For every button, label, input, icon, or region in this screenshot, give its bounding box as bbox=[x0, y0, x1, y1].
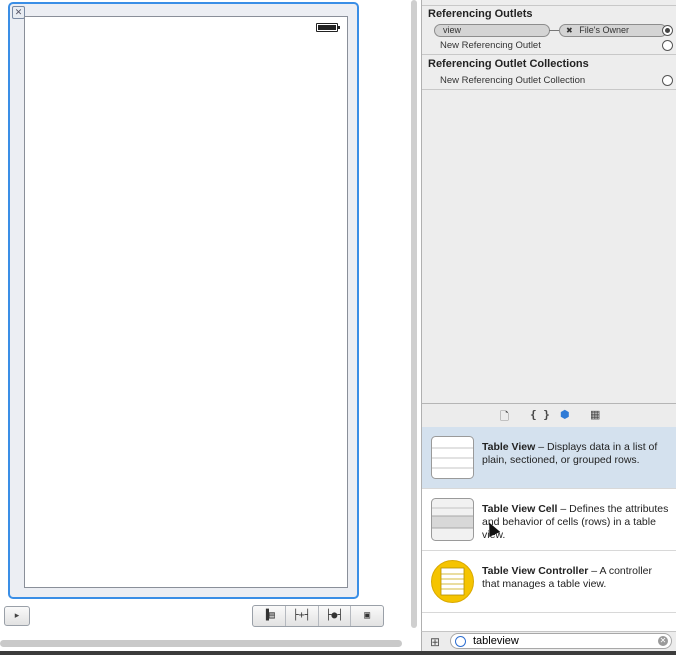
align-icon[interactable]: ▐▤ bbox=[253, 606, 286, 626]
library-item-text: Table View – Displays data in a list of … bbox=[482, 441, 670, 467]
battery-icon bbox=[316, 23, 340, 32]
code-snippet-icon[interactable]: { } bbox=[530, 408, 550, 421]
horizontal-scrollbar[interactable] bbox=[0, 640, 402, 647]
resolve-issues-icon[interactable]: ├●┤ bbox=[319, 606, 352, 626]
auto-layout-toolbar: ▐▤ ├+┤ ├●┤ ▣ bbox=[252, 605, 384, 627]
resizing-behavior-icon[interactable]: ▣ bbox=[351, 606, 383, 626]
interface-canvas[interactable]: ✕ ▸ ▐▤ ├+┤ ├●┤ ▣ bbox=[0, 0, 410, 655]
window-bottom-edge bbox=[0, 651, 676, 655]
library-item-title: Table View bbox=[482, 441, 536, 453]
library-filter-bar: ⊞ ✕ bbox=[421, 631, 676, 651]
library-item-table-view-cell[interactable]: Table View Cell – Defines the attributes… bbox=[422, 489, 676, 551]
view-controller-scene[interactable]: ✕ bbox=[8, 2, 359, 599]
vertical-scrollbar[interactable] bbox=[411, 0, 417, 628]
object-library-list: Table View – Displays data in a list of … bbox=[421, 427, 676, 631]
table-view-cell-icon bbox=[431, 498, 474, 541]
pin-icon[interactable]: ├+┤ bbox=[286, 606, 319, 626]
library-item-title: Table View Cell bbox=[482, 503, 558, 515]
new-referencing-outlet-label: New Referencing Outlet bbox=[440, 40, 541, 51]
referencing-outlet-collections-title: Referencing Outlet Collections bbox=[428, 58, 589, 70]
media-library-icon[interactable]: ▦ bbox=[590, 408, 600, 421]
library-item-table-view[interactable]: Table View – Displays data in a list of … bbox=[422, 427, 676, 489]
library-search-field[interactable]: ✕ bbox=[450, 633, 672, 649]
library-search-input[interactable] bbox=[473, 634, 643, 648]
connections-inspector: Referencing Outlets view ✖ File's Owner … bbox=[421, 0, 676, 403]
library-item-title: Table View Controller bbox=[482, 565, 589, 577]
object-library-icon[interactable]: ⬢ bbox=[560, 408, 570, 421]
outlet-target-label: File's Owner bbox=[579, 25, 629, 35]
section-divider bbox=[422, 5, 676, 6]
table-view-controller-icon bbox=[431, 560, 474, 603]
new-outlet-circle-icon[interactable] bbox=[662, 40, 673, 51]
file-template-icon[interactable]: 🗋 bbox=[500, 408, 509, 427]
section-divider bbox=[422, 89, 676, 90]
clear-search-icon[interactable]: ✕ bbox=[658, 636, 668, 646]
section-divider bbox=[422, 54, 676, 55]
root-view[interactable] bbox=[24, 16, 348, 588]
library-tab-bar: 🗋 { } ⬢ ▦ bbox=[421, 403, 676, 427]
new-collection-circle-icon[interactable] bbox=[662, 75, 673, 86]
grid-view-icon[interactable]: ⊞ bbox=[430, 635, 440, 649]
library-item-table-view-controller[interactable]: Table View Controller – A controller tha… bbox=[422, 551, 676, 613]
outlet-connected-circle-icon[interactable] bbox=[662, 25, 673, 36]
outlet-source-pill[interactable]: view bbox=[434, 24, 550, 37]
search-icon bbox=[455, 636, 466, 647]
library-item-text: Table View Cell – Defines the attributes… bbox=[482, 503, 670, 542]
connection-line bbox=[549, 30, 559, 31]
library-item-text: Table View Controller – A controller tha… bbox=[482, 565, 670, 591]
new-referencing-outlet-collection-label: New Referencing Outlet Collection bbox=[440, 75, 586, 86]
referencing-outlets-title: Referencing Outlets bbox=[428, 8, 533, 20]
document-outline-button[interactable]: ▸ bbox=[4, 606, 30, 626]
outlet-source-label: view bbox=[443, 25, 462, 35]
outlet-target-pill[interactable]: ✖ File's Owner bbox=[559, 24, 667, 37]
remove-connection-icon[interactable]: ✖ bbox=[560, 26, 573, 35]
table-view-icon bbox=[431, 436, 474, 479]
